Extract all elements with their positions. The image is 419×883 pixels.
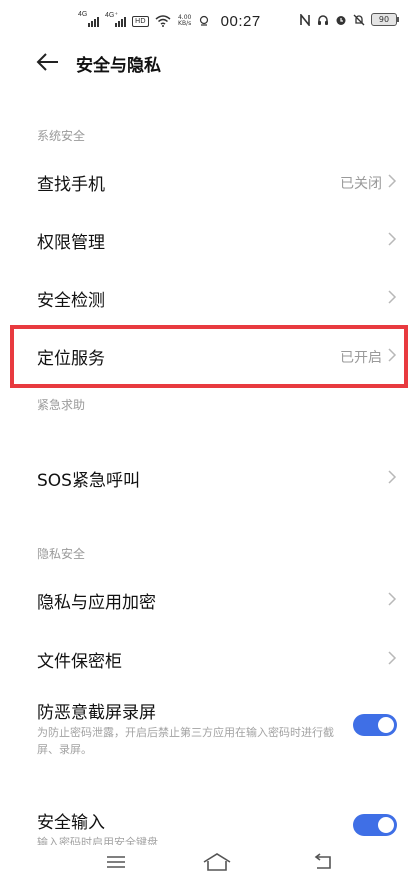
section-header-system-security: 系统安全	[37, 129, 86, 143]
chevron-right-icon	[388, 470, 397, 484]
find-phone-label: 查找手机	[37, 175, 105, 195]
system-nav-bar	[0, 845, 419, 883]
secure-input-description: 输入密码时启用安全键盘	[37, 836, 158, 845]
sim1-label: 4G	[78, 11, 88, 18]
privacy-app-encryption-item[interactable]: 隐私与应用加密	[0, 571, 419, 629]
network-speed: 4.00 KB/s	[177, 15, 193, 27]
status-bar-center: 4G 4G⁺ HD 4.00 KB/s 00:27	[78, 11, 261, 30]
anti-screenshot-item: 防恶意截屏录屏 为防止密码泄露，开启后禁止第三方应用在输入密码时进行截屏、录屏。	[0, 688, 419, 768]
security-check-item[interactable]: 安全检测	[0, 269, 419, 327]
privacy-app-encryption-label: 隐私与应用加密	[37, 593, 156, 613]
toggle-knob	[378, 717, 394, 733]
menu-icon[interactable]	[103, 851, 129, 873]
nfc-icon	[300, 13, 310, 26]
headset-icon	[318, 14, 328, 25]
back-arrow-icon[interactable]	[36, 52, 60, 72]
chevron-right-icon	[388, 232, 397, 246]
secure-input-toggle[interactable]	[353, 814, 397, 836]
chevron-right-icon	[388, 290, 397, 304]
wifi-icon	[155, 15, 171, 27]
alarm-icon	[336, 15, 346, 25]
file-safe-label: 文件保密柜	[37, 652, 122, 672]
status-bar: 4G 4G⁺ HD 4.00 KB/s 00:27 90	[0, 0, 419, 40]
sos-call-label: SOS紧急呼叫	[37, 471, 140, 491]
security-check-label: 安全检测	[37, 291, 105, 311]
find-phone-item[interactable]: 查找手机 已关闭	[0, 153, 419, 211]
permission-management-label: 权限管理	[37, 233, 105, 253]
highlight-box	[10, 325, 408, 388]
sos-call-item[interactable]: SOS紧急呼叫	[0, 449, 419, 507]
anti-screenshot-label: 防恶意截屏录屏	[37, 703, 156, 723]
clock: 00:27	[220, 12, 261, 30]
sim2-label: 4G⁺	[105, 12, 119, 19]
secure-input-item: 安全输入 输入密码时启用安全键盘	[0, 798, 419, 845]
anti-screenshot-description: 为防止密码泄露，开启后禁止第三方应用在输入密码时进行截屏、录屏。	[37, 726, 334, 756]
file-safe-item[interactable]: 文件保密柜	[0, 630, 419, 688]
battery-icon: 90	[371, 13, 399, 26]
home-icon[interactable]	[202, 851, 232, 873]
find-phone-status: 已关闭	[340, 176, 382, 192]
toggle-knob	[378, 817, 394, 833]
chevron-right-icon	[388, 592, 397, 606]
permission-management-item[interactable]: 权限管理	[0, 211, 419, 269]
sim2-signal-icon: 4G⁺	[105, 12, 126, 27]
page-title: 安全与隐私	[76, 56, 161, 76]
section-header-emergency: 紧急求助	[37, 398, 86, 412]
app-header: 安全与隐私	[0, 44, 419, 80]
secure-input-label: 安全输入	[37, 813, 105, 833]
status-bar-right: 90	[299, 13, 399, 26]
back-icon[interactable]	[310, 851, 336, 873]
mute-icon	[353, 14, 365, 25]
section-header-privacy: 隐私安全	[37, 547, 86, 561]
anti-screenshot-toggle[interactable]	[353, 714, 397, 736]
chevron-right-icon	[388, 174, 397, 188]
location-status-icon	[199, 15, 208, 26]
network-speed-unit: KB/s	[178, 20, 192, 27]
hd-badge: HD	[132, 15, 149, 27]
sim1-signal-icon: 4G	[78, 11, 99, 27]
chevron-right-icon	[388, 651, 397, 665]
